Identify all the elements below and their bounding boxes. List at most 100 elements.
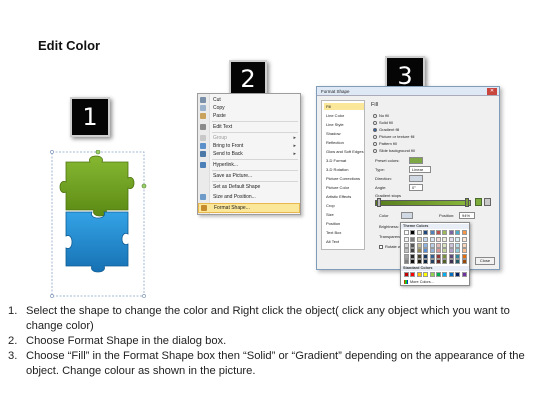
theme-color-swatch[interactable] — [410, 230, 416, 235]
gradient-stop-handle[interactable] — [377, 198, 381, 207]
theme-color-swatch[interactable] — [436, 259, 441, 264]
sidebar-item-fill[interactable]: Fill — [324, 103, 364, 110]
theme-color-swatch[interactable] — [416, 237, 422, 243]
sidebar-item-shadow[interactable]: Shadow — [324, 130, 364, 137]
gradient-fill-radio[interactable]: Gradient fill — [373, 127, 399, 133]
preset-colors-dropdown[interactable] — [409, 157, 423, 164]
resize-handle[interactable] — [141, 183, 147, 189]
standard-color-swatch[interactable] — [436, 272, 441, 277]
standard-color-swatch[interactable] — [448, 272, 454, 277]
theme-color-swatch[interactable] — [429, 253, 435, 259]
theme-color-swatch[interactable] — [423, 248, 429, 254]
standard-color-swatch[interactable] — [461, 272, 467, 277]
menu-item-size-position[interactable]: Size and Position... — [198, 193, 300, 201]
resize-handle[interactable] — [50, 294, 54, 298]
theme-color-swatch[interactable] — [442, 242, 448, 248]
direction-dropdown[interactable] — [409, 175, 423, 182]
theme-color-swatch[interactable] — [410, 253, 416, 259]
theme-color-swatch[interactable] — [461, 259, 467, 264]
remove-stop-button[interactable] — [484, 198, 491, 206]
standard-color-swatch[interactable] — [423, 272, 429, 277]
theme-color-swatch[interactable] — [404, 230, 409, 235]
standard-color-swatch[interactable] — [455, 272, 461, 277]
theme-color-swatch[interactable] — [442, 237, 448, 243]
theme-color-swatch[interactable] — [448, 259, 454, 264]
sidebar-item-line-color[interactable]: Line Color — [324, 112, 364, 119]
solid-fill-radio[interactable]: Solid fill — [373, 120, 393, 126]
theme-color-swatch[interactable] — [436, 248, 441, 254]
theme-color-swatch[interactable] — [461, 230, 467, 235]
color-picker-button[interactable] — [401, 212, 413, 219]
sidebar-item-alt-text[interactable]: Alt Text — [324, 238, 364, 245]
theme-color-swatch[interactable] — [442, 230, 448, 235]
menu-item-copy[interactable]: Copy — [198, 104, 300, 112]
sidebar-item-crop[interactable]: Crop — [324, 202, 364, 209]
green-puzzle-piece[interactable] — [59, 155, 135, 217]
theme-color-swatch[interactable] — [423, 242, 429, 248]
theme-color-swatch[interactable] — [404, 237, 409, 243]
gradient-stops-bar[interactable] — [375, 200, 471, 206]
theme-color-swatch[interactable] — [423, 259, 429, 264]
sidebar-item-3d-rotation[interactable]: 3-D Rotation — [324, 166, 364, 173]
theme-color-swatch[interactable] — [448, 253, 454, 259]
theme-color-swatch[interactable] — [416, 248, 422, 254]
pattern-fill-radio[interactable]: Pattern fill — [373, 141, 397, 147]
sidebar-item-line-style[interactable]: Line Style — [324, 121, 364, 128]
theme-color-swatch[interactable] — [404, 248, 409, 254]
theme-color-swatch[interactable] — [416, 230, 422, 235]
resize-handle[interactable] — [142, 294, 146, 298]
sidebar-item-picture-color[interactable]: Picture Color — [324, 184, 364, 191]
theme-color-swatch[interactable] — [442, 253, 448, 259]
theme-color-swatch[interactable] — [442, 248, 448, 254]
sidebar-item-reflection[interactable]: Reflection — [324, 139, 364, 146]
menu-item-bring-to-front[interactable]: Bring to Front ▸ — [198, 142, 300, 150]
standard-color-swatch[interactable] — [404, 272, 409, 277]
theme-color-swatch[interactable] — [455, 259, 461, 264]
close-icon[interactable]: ✕ — [487, 88, 497, 95]
theme-color-swatch[interactable] — [404, 242, 409, 248]
sidebar-item-glow[interactable]: Glow and Soft Edges — [324, 148, 364, 155]
menu-item-send-to-back[interactable]: Send to Back ▸ — [198, 150, 300, 158]
theme-color-swatch[interactable] — [404, 253, 409, 259]
sidebar-item-size[interactable]: Size — [324, 211, 364, 218]
blue-puzzle-piece[interactable] — [65, 211, 129, 273]
sidebar-item-picture-corrections[interactable]: Picture Corrections — [324, 175, 364, 182]
close-button[interactable]: Close — [475, 257, 495, 265]
resize-handle[interactable] — [50, 150, 54, 154]
theme-color-swatch[interactable] — [448, 248, 454, 254]
menu-item-edit-text[interactable]: Edit Text — [198, 123, 300, 131]
theme-color-swatch[interactable] — [448, 237, 454, 243]
standard-color-swatch[interactable] — [442, 272, 448, 277]
menu-item-hyperlink[interactable]: Hyperlink... — [198, 161, 300, 169]
menu-item-set-default-shape[interactable]: Set as Default Shape — [198, 183, 300, 191]
theme-color-swatch[interactable] — [436, 242, 441, 248]
picture-fill-radio[interactable]: Picture or texture fill — [373, 134, 414, 140]
menu-item-save-as-picture[interactable]: Save as Picture... — [198, 172, 300, 180]
theme-color-swatch[interactable] — [429, 259, 435, 264]
sidebar-item-position[interactable]: Position — [324, 220, 364, 227]
theme-color-swatch[interactable] — [436, 230, 441, 235]
theme-color-swatch[interactable] — [455, 237, 461, 243]
theme-color-swatch[interactable] — [448, 242, 454, 248]
standard-color-swatch[interactable] — [429, 272, 435, 277]
angle-input[interactable]: 0° — [409, 184, 423, 191]
theme-color-swatch[interactable] — [455, 248, 461, 254]
standard-color-swatch[interactable] — [416, 272, 422, 277]
gradient-stop-handle[interactable] — [465, 198, 469, 207]
no-fill-radio[interactable]: No fill — [373, 113, 389, 119]
theme-color-swatch[interactable] — [461, 253, 467, 259]
theme-color-swatch[interactable] — [423, 230, 429, 235]
theme-color-swatch[interactable] — [423, 253, 429, 259]
theme-color-swatch[interactable] — [429, 237, 435, 243]
menu-item-format-shape[interactable]: Format Shape... — [198, 203, 300, 213]
theme-color-swatch[interactable] — [416, 242, 422, 248]
sidebar-item-artistic-effects[interactable]: Artistic Effects — [324, 193, 364, 200]
position-input[interactable]: 94% — [459, 212, 475, 219]
standard-color-swatch[interactable] — [410, 272, 416, 277]
theme-color-swatch[interactable] — [416, 253, 422, 259]
theme-color-swatch[interactable] — [429, 248, 435, 254]
theme-color-swatch[interactable] — [410, 248, 416, 254]
slide-background-fill-radio[interactable]: Slide background fill — [373, 148, 415, 154]
rotation-handle[interactable] — [95, 150, 101, 155]
theme-color-swatch[interactable] — [404, 259, 409, 264]
